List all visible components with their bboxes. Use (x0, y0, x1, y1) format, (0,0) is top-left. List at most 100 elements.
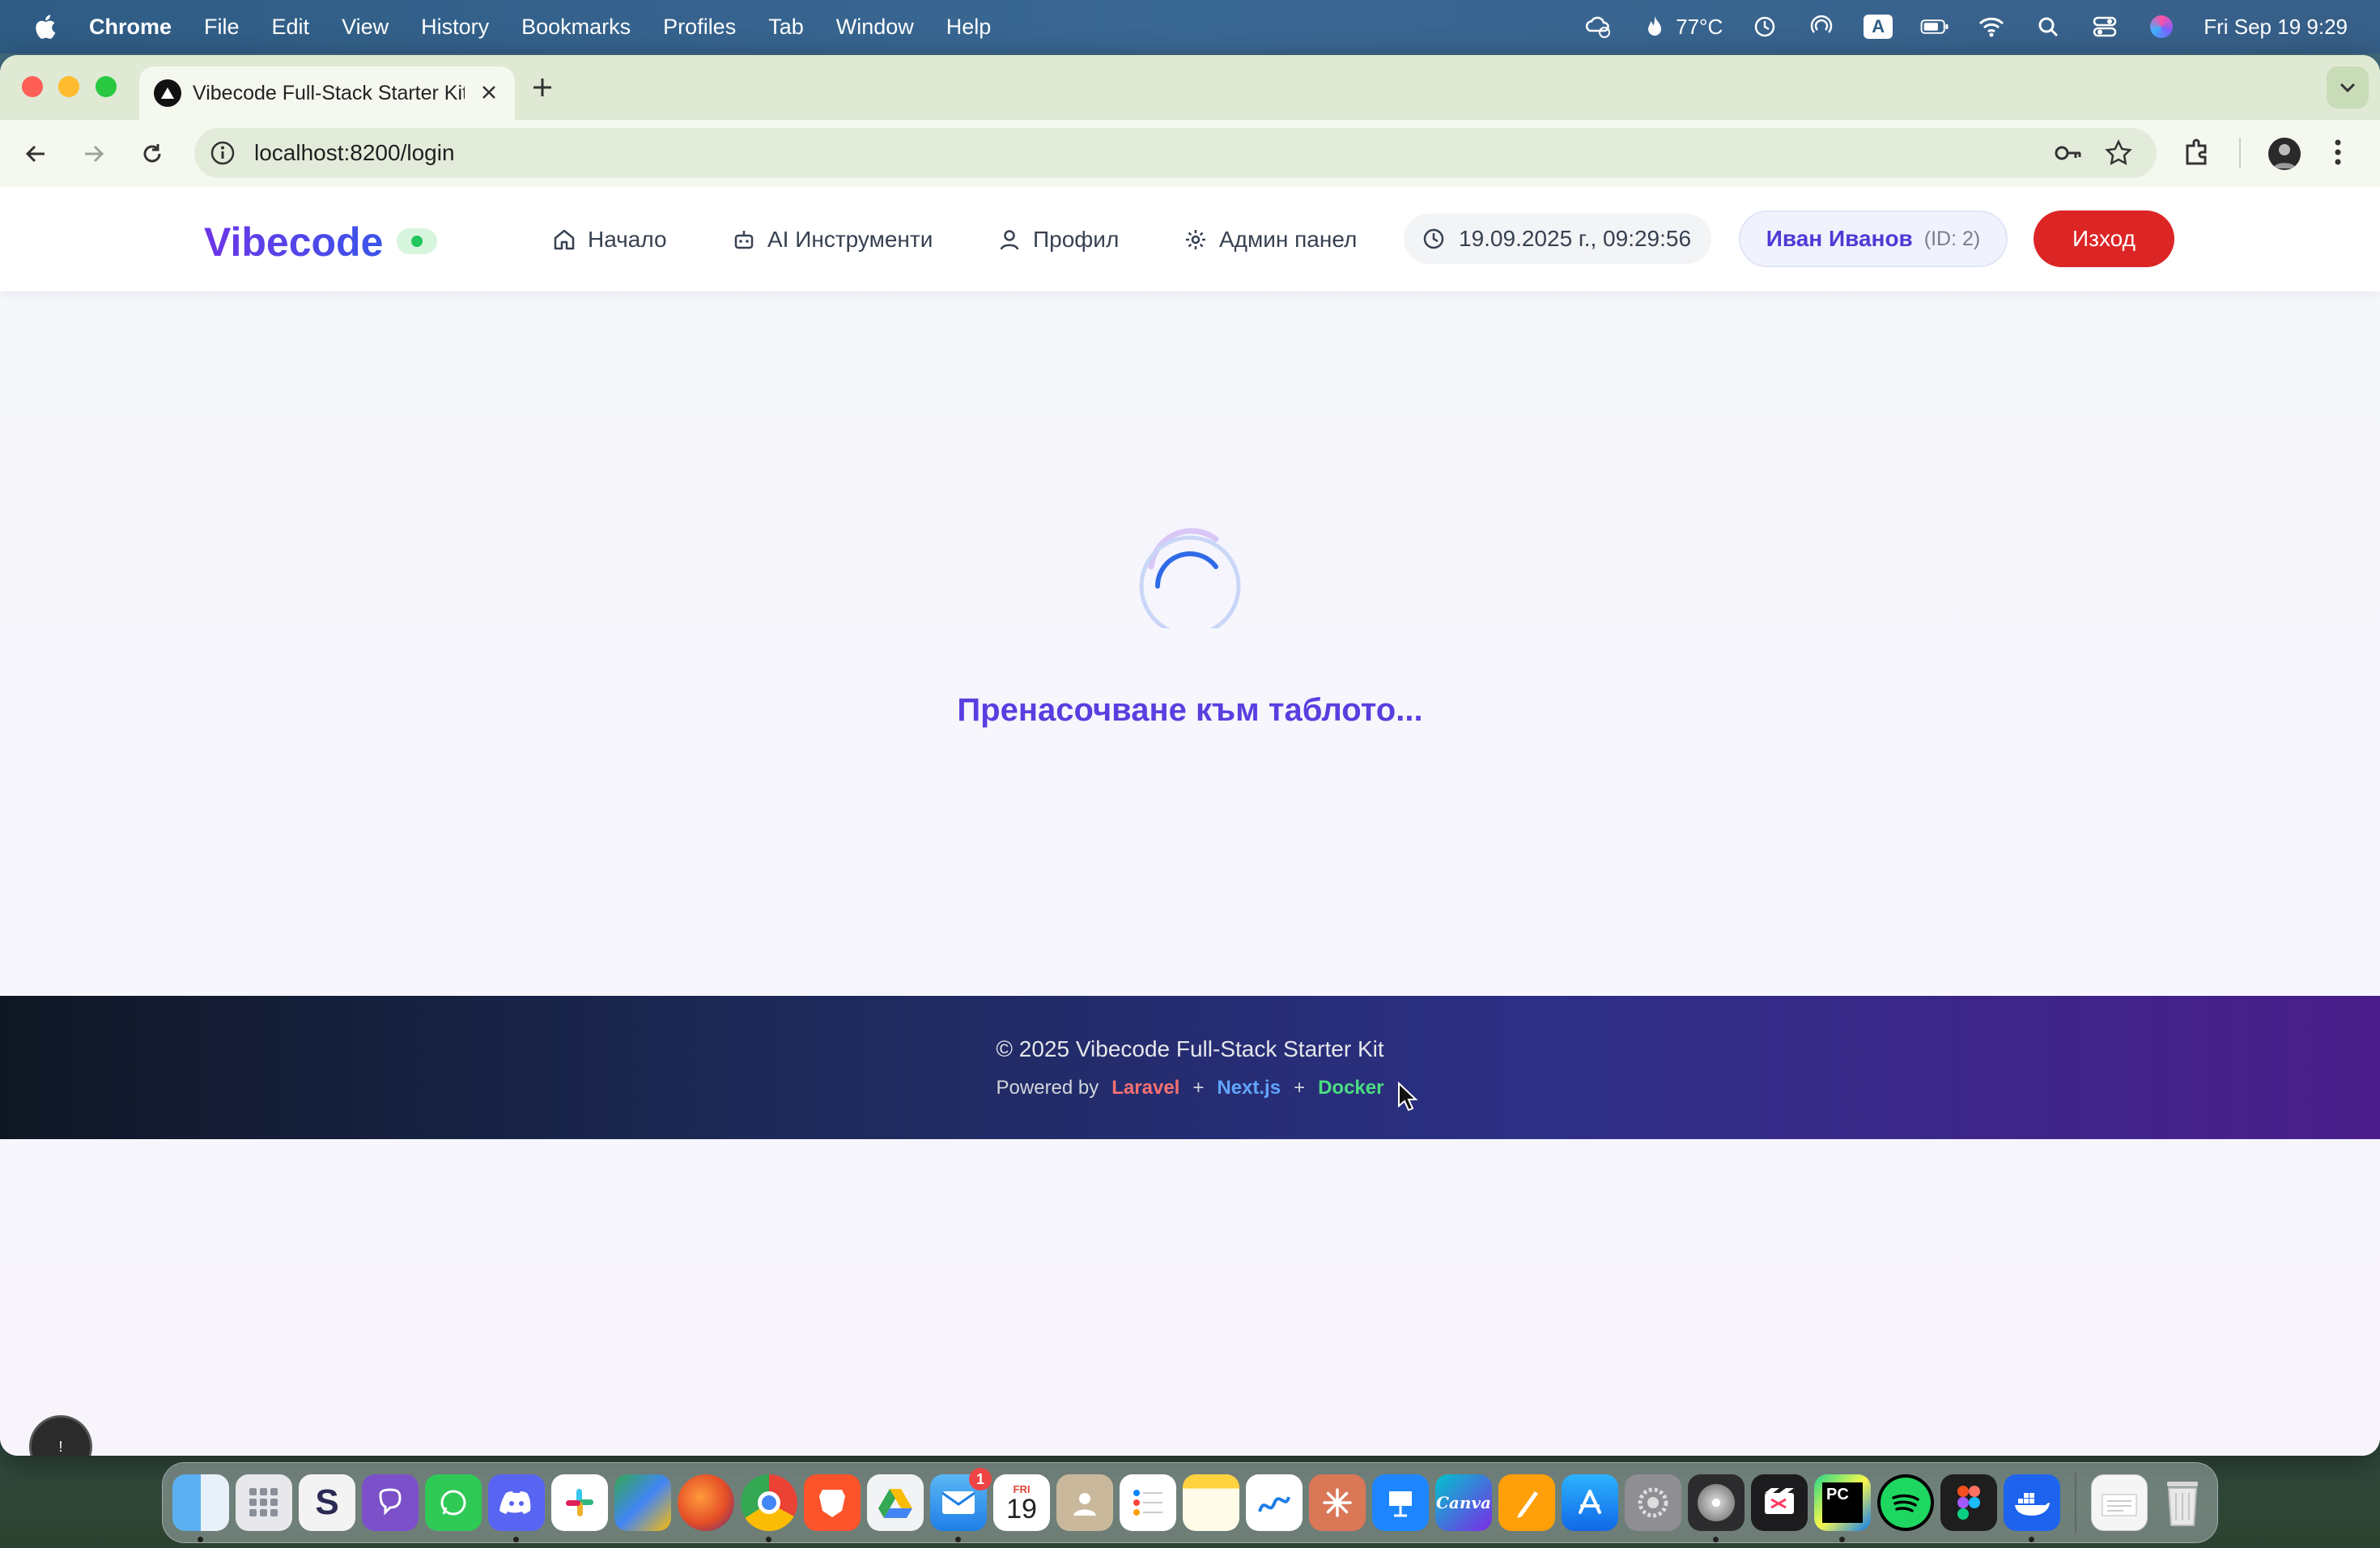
nav-profile[interactable]: Профил (997, 223, 1119, 256)
browser-window: Vibecode Full-Stack Starter Kit localhos… (0, 55, 2380, 1456)
pycharm-icon[interactable]: PC (1814, 1474, 1871, 1542)
chrome-icon[interactable] (741, 1474, 797, 1542)
window-minimize-button[interactable] (58, 76, 79, 97)
final-cut-icon[interactable] (1751, 1474, 1808, 1531)
app-store-icon[interactable] (1562, 1474, 1618, 1531)
logout-button[interactable]: Изход (2034, 211, 2174, 267)
brave-icon[interactable] (804, 1474, 861, 1531)
reload-button[interactable] (134, 136, 170, 172)
site-info-icon[interactable] (209, 139, 236, 167)
powered-by-label: Powered by (996, 1077, 1099, 1099)
arrow-right-icon (85, 145, 104, 163)
back-button[interactable] (18, 136, 53, 172)
menu-history[interactable]: History (421, 15, 489, 40)
kebab-menu-icon[interactable] (2331, 136, 2344, 168)
launchpad-icon[interactable] (236, 1474, 292, 1531)
user-id: (ID: 2) (1923, 227, 1981, 250)
nav-home-label: Начало (588, 227, 667, 252)
canva-icon[interactable]: Canva (1435, 1474, 1492, 1531)
apple-icon[interactable] (32, 13, 57, 40)
datetime-text: 19.09.2025 г., 09:29:56 (1459, 226, 1692, 251)
slack-icon[interactable] (551, 1474, 608, 1531)
weather-icon[interactable] (1583, 15, 1613, 39)
finder-icon[interactable] (172, 1474, 229, 1542)
window-zoom-button[interactable] (96, 76, 117, 97)
reminders-icon[interactable] (1120, 1474, 1176, 1531)
nextjs-link[interactable]: Next.js (1217, 1077, 1281, 1099)
arrow-left-icon (25, 145, 45, 163)
address-bar[interactable]: localhost:8200/login (194, 128, 2157, 178)
tab-strip: Vibecode Full-Stack Starter Kit (0, 55, 2380, 120)
firefox-icon[interactable] (678, 1474, 734, 1531)
system-settings-icon[interactable] (1625, 1474, 1681, 1531)
docker-link[interactable]: Docker (1318, 1077, 1383, 1099)
menu-window[interactable]: Window (836, 15, 914, 40)
spotify-icon[interactable] (1877, 1474, 1934, 1531)
cpu-temperature: 77°C (1676, 14, 1723, 39)
battery-icon[interactable] (1920, 15, 1949, 39)
google-drive-icon[interactable] (867, 1474, 924, 1531)
wifi-icon[interactable] (1977, 15, 2006, 39)
menu-view[interactable]: View (342, 15, 389, 40)
menu-app-name[interactable]: Chrome (89, 15, 172, 40)
user-badge[interactable]: Иван Иванов (ID: 2) (1739, 211, 2008, 267)
browser-toolbar: localhost:8200/login (0, 120, 2380, 186)
footer-copyright: © 2025 Vibecode Full-Stack Starter Kit (996, 1036, 1384, 1061)
window-close-button[interactable] (22, 76, 43, 97)
pages-icon[interactable] (1498, 1474, 1555, 1531)
profile-avatar[interactable] (2268, 138, 2301, 170)
menu-edit[interactable]: Edit (272, 15, 310, 40)
trash-icon[interactable] (2154, 1474, 2211, 1531)
nav-home[interactable]: Начало (552, 223, 667, 256)
calendar-icon[interactable]: FRI 19 (993, 1474, 1050, 1531)
tab-search-button[interactable] (2327, 66, 2369, 108)
menu-file[interactable]: File (204, 15, 240, 40)
figma-icon[interactable] (1940, 1474, 1997, 1531)
scrivener-icon[interactable]: S (299, 1474, 355, 1531)
spotlight-search-icon[interactable] (2034, 15, 2063, 39)
forward-button[interactable] (76, 136, 112, 172)
control-center-icon[interactable] (2090, 15, 2119, 39)
keynote-icon[interactable] (1372, 1474, 1429, 1531)
dock-divider (2075, 1473, 2076, 1533)
password-key-icon[interactable] (2053, 139, 2084, 167)
extensions-puzzle-icon[interactable] (2181, 136, 2213, 168)
mail-icon[interactable]: 1 (930, 1468, 992, 1542)
docker-icon[interactable] (2004, 1474, 2060, 1542)
siri-icon[interactable] (2147, 15, 2176, 39)
menu-bookmarks[interactable]: Bookmarks (521, 15, 631, 40)
laravel-link[interactable]: Laravel (1111, 1077, 1179, 1099)
airdrop-icon[interactable] (1807, 15, 1836, 39)
downloads-stack-icon[interactable] (2091, 1474, 2148, 1531)
google-meet-icon[interactable] (614, 1474, 671, 1531)
site-logo[interactable]: Vibecode (204, 219, 383, 266)
bookmark-star-icon[interactable] (2105, 139, 2132, 167)
contacts-icon[interactable] (1056, 1474, 1113, 1531)
whatsapp-icon[interactable] (425, 1474, 482, 1531)
notes-icon[interactable] (1183, 1474, 1239, 1531)
new-tab-button[interactable] (531, 76, 554, 101)
dev-tools-button[interactable]: ! (29, 1415, 92, 1456)
menu-profiles[interactable]: Profiles (663, 15, 736, 40)
tab-close-icon[interactable] (476, 79, 502, 105)
menu-help[interactable]: Help (946, 15, 992, 40)
viber-icon[interactable] (362, 1474, 419, 1531)
site-header: Vibecode Начало AI Инструменти Профил Ад… (0, 186, 2380, 291)
flame-icon[interactable] (1640, 15, 1669, 39)
nav-ai-tools-label: AI Инструменти (767, 227, 933, 252)
tab-active[interactable]: Vibecode Full-Stack Starter Kit (139, 66, 515, 120)
input-source-icon[interactable]: A (1864, 15, 1893, 39)
discord-icon[interactable] (488, 1474, 545, 1542)
online-dot (411, 236, 423, 247)
menu-tab[interactable]: Tab (768, 15, 804, 40)
disk-utility-icon[interactable] (1688, 1474, 1745, 1542)
claude-icon[interactable] (1309, 1474, 1366, 1531)
nav-ai-tools[interactable]: AI Инструменти (732, 223, 933, 256)
time-machine-icon[interactable] (1750, 15, 1779, 39)
robot-icon (734, 231, 754, 249)
freeform-icon[interactable] (1246, 1474, 1303, 1531)
web-page: Vibecode Начало AI Инструменти Профил Ад… (0, 186, 2380, 1456)
nav-admin-panel[interactable]: Админ панел (1184, 223, 1357, 256)
menubar-clock[interactable]: Fri Sep 19 9:29 (2204, 15, 2348, 40)
url-text[interactable]: localhost:8200/login (254, 140, 455, 166)
